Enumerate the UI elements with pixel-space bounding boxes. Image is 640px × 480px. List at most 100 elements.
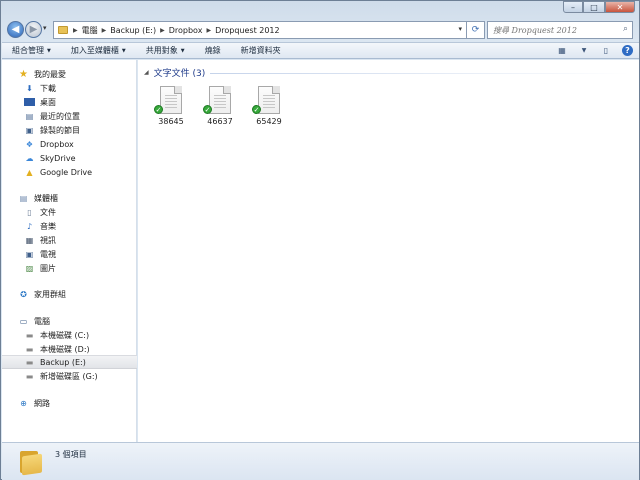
chevron-right-icon[interactable]: ▶ [73, 27, 78, 34]
sidebar-item-drive-g[interactable]: ▬ 新增磁碟區 (G:) [2, 369, 137, 383]
view-controls: ▦ ▼ ▯ ? [556, 45, 633, 56]
sidebar-item-label: 我的最愛 [34, 69, 66, 79]
sidebar-network[interactable]: ⊕ 網路 [2, 396, 137, 410]
chevron-right-icon[interactable]: ▶ [160, 27, 165, 34]
sidebar-item-label: Backup (E:) [40, 357, 86, 367]
sidebar-item-label: Google Drive [40, 167, 93, 177]
breadcrumb-computer[interactable]: 電腦 [82, 25, 98, 36]
sidebar-item-tv[interactable]: ▣ 電視 [2, 247, 137, 261]
change-view-icon[interactable]: ▦ [556, 46, 568, 56]
video-icon: ▦ [25, 235, 34, 245]
recent-places-icon: ▤ [25, 111, 34, 121]
include-in-library-label: 加入至媒體櫃 [70, 46, 119, 55]
sidebar-item-recent-places[interactable]: ▤ 最近的位置 [2, 109, 137, 123]
chevron-down-icon[interactable]: ▾ [458, 25, 462, 33]
group-header-label: 文字文件 (3) [153, 69, 206, 79]
navigation-pane: ★ 我的最愛 ⬇ 下載 桌面 ▤ 最近的位置 ▣ 錄製的節目 ❖ Dropbox… [2, 60, 137, 442]
recorded-tv-icon: ▣ [25, 125, 34, 135]
preview-pane-icon[interactable]: ▯ [600, 46, 612, 56]
sidebar-item-label: 文件 [40, 207, 56, 217]
music-icon: ♪ [26, 221, 33, 231]
skydrive-icon: ☁ [25, 153, 34, 163]
search-input[interactable] [493, 25, 613, 35]
item-count: 3 個項目 [55, 450, 87, 459]
file-item[interactable]: ✓ 46637 [197, 86, 237, 126]
sidebar-item-desktop[interactable]: 桌面 [2, 95, 137, 109]
sidebar-item-label: Dropbox [40, 139, 74, 149]
group-header[interactable]: ◢ 文字文件 (3) [144, 66, 205, 79]
download-icon: ⬇ [26, 83, 33, 93]
sync-check-icon: ✓ [203, 105, 212, 114]
organize-label: 組合管理 [12, 46, 44, 55]
file-item[interactable]: ✓ 65429 [246, 86, 286, 126]
share-with-menu[interactable]: 共用對象 ▼ [136, 43, 195, 58]
sidebar-item-drive-d[interactable]: ▬ 本機磁碟 (D:) [2, 342, 137, 356]
help-icon[interactable]: ? [622, 45, 633, 56]
search-icon[interactable]: ⌕ [623, 24, 628, 34]
refresh-button[interactable]: ⟳ [467, 21, 485, 39]
sidebar-item-drive-e[interactable]: ▬ Backup (E:) [2, 355, 137, 369]
details-pane: 3 個項目 [2, 442, 639, 480]
forward-button[interactable]: ▶ [25, 21, 42, 38]
command-bar: 組合管理 ▼ 加入至媒體櫃 ▼ 共用對象 ▼ 燒錄 新增資料夾 ▦ ▼ ▯ ? [2, 42, 639, 59]
sidebar-item-recorded-tv[interactable]: ▣ 錄製的節目 [2, 123, 137, 137]
sidebar-item-label: 圖片 [40, 263, 56, 273]
breadcrumb-backup-drive[interactable]: Backup (E:) [110, 26, 156, 35]
sidebar-item-label: 最近的位置 [40, 111, 80, 121]
sidebar-favorites[interactable]: ★ 我的最愛 [2, 67, 137, 81]
homegroup-icon: ✪ [20, 289, 27, 299]
star-icon: ★ [19, 68, 28, 80]
burn-button[interactable]: 燒錄 [195, 43, 231, 58]
sidebar-item-videos[interactable]: ▦ 視訊 [2, 233, 137, 247]
sidebar-item-label: 媒體櫃 [34, 193, 58, 203]
back-button[interactable]: ◀ [7, 21, 24, 38]
maximize-button[interactable]: □ [583, 1, 605, 13]
new-folder-label: 新增資料夾 [240, 46, 281, 55]
sidebar-item-label: 桌面 [40, 97, 56, 107]
folder-icon [18, 449, 42, 476]
sidebar-item-label: 網路 [34, 398, 50, 408]
organize-menu[interactable]: 組合管理 ▼ [2, 43, 61, 58]
file-name: 65429 [256, 117, 282, 126]
sidebar-item-dropbox[interactable]: ❖ Dropbox [2, 137, 137, 151]
file-name: 38645 [158, 117, 184, 126]
sidebar-libraries[interactable]: ▤ 媒體櫃 [2, 191, 137, 205]
collapse-triangle-icon[interactable]: ◢ [144, 69, 149, 76]
sidebar-item-label: 音樂 [40, 221, 56, 231]
sidebar-homegroup[interactable]: ✪ 家用群組 [2, 287, 137, 301]
minimize-button[interactable]: – [563, 1, 583, 13]
file-item[interactable]: ✓ 38645 [148, 86, 188, 126]
sidebar-item-drive-c[interactable]: ▬ 本機磁碟 (C:) [2, 328, 137, 342]
sidebar-item-downloads[interactable]: ⬇ 下載 [2, 81, 137, 95]
breadcrumb-dropquest[interactable]: Dropquest 2012 [215, 26, 280, 35]
sidebar-item-documents[interactable]: ▯ 文件 [2, 205, 137, 219]
new-folder-button[interactable]: 新增資料夾 [231, 43, 291, 58]
chevron-right-icon[interactable]: ▶ [206, 27, 211, 34]
text-document-icon [258, 86, 280, 114]
address-bar[interactable]: ▶ 電腦 ▶ Backup (E:) ▶ Dropbox ▶ Dropquest… [53, 21, 467, 39]
sidebar-item-label: 本機磁碟 (C:) [40, 330, 90, 340]
share-with-label: 共用對象 [145, 46, 178, 55]
search-box[interactable]: ⌕ [487, 21, 633, 39]
google-drive-icon: ▲ [26, 167, 33, 177]
sidebar-item-music[interactable]: ♪ 音樂 [2, 219, 137, 233]
chevron-down-icon: ▼ [47, 47, 51, 54]
close-button[interactable]: ✕ [605, 1, 635, 13]
chevron-down-icon: ▼ [121, 47, 126, 54]
sidebar-computer[interactable]: ▭ 電腦 [2, 314, 137, 328]
breadcrumb-dropbox[interactable]: Dropbox [169, 26, 203, 35]
sidebar-item-google-drive[interactable]: ▲ Google Drive [2, 165, 137, 179]
recent-pages-dropdown[interactable]: ▾ [43, 24, 47, 32]
include-in-library-menu[interactable]: 加入至媒體櫃 ▼ [61, 43, 136, 58]
sync-check-icon: ✓ [252, 105, 261, 114]
sidebar-item-pictures[interactable]: ▨ 圖片 [2, 261, 137, 275]
drive-icon: ▬ [25, 357, 34, 367]
dropbox-icon: ❖ [25, 139, 34, 149]
drive-icon: ▬ [25, 330, 34, 340]
chevron-down-icon[interactable]: ▼ [578, 46, 590, 56]
sidebar-item-label: 新增磁碟區 (G:) [40, 371, 98, 381]
network-icon: ⊕ [20, 398, 27, 408]
chevron-right-icon[interactable]: ▶ [102, 27, 107, 34]
group-divider [210, 73, 630, 74]
sidebar-item-skydrive[interactable]: ☁ SkyDrive [2, 151, 137, 165]
